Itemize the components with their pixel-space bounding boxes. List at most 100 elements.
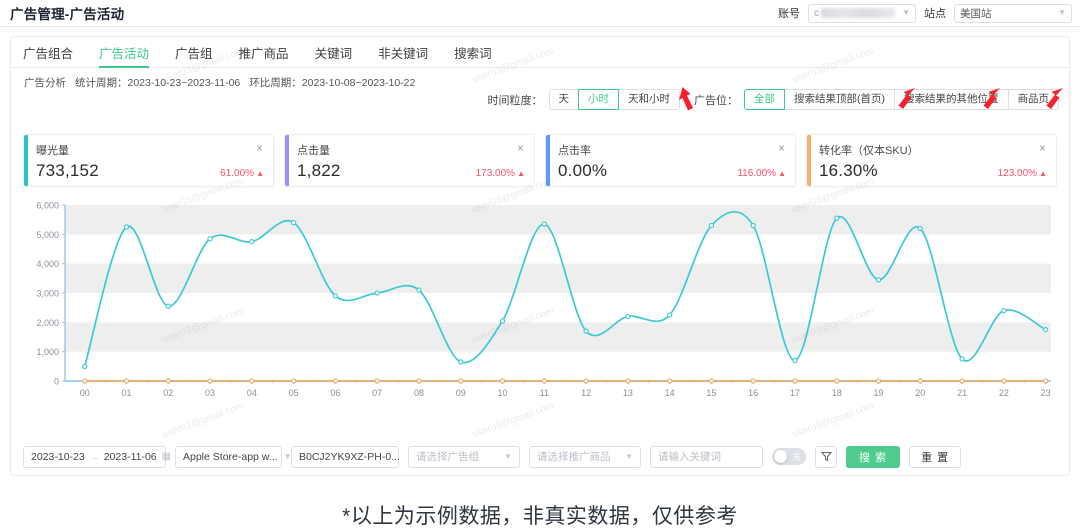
- app-select[interactable]: Apple Store-app w... ▼: [175, 445, 291, 468]
- tab-promoted-products[interactable]: 推广商品: [239, 47, 289, 68]
- chart-data-point: [541, 221, 547, 227]
- chart-x-tick-label: 23: [1041, 388, 1051, 398]
- sku-select[interactable]: B0CJ2YK9XZ-PH-0... ▼: [291, 445, 414, 468]
- metric-delta: 123.00% ▲: [997, 168, 1047, 179]
- chart-data-point: [875, 277, 882, 283]
- date-range-picker[interactable]: 2023-10-23 → 2023-11-06 ▦: [23, 445, 171, 468]
- reset-button[interactable]: 重 置: [909, 445, 962, 468]
- card-accent-bar: [285, 135, 289, 186]
- chevron-down-icon: ▼: [902, 8, 910, 17]
- tab-search-terms[interactable]: 搜索词: [454, 47, 492, 68]
- placement-option-product-page[interactable]: 商品页: [1007, 89, 1059, 110]
- main-content-panel: 广告组合 广告活动 广告组 推广商品 关键词 非关键词 搜索词 广告分析 统计周…: [10, 36, 1070, 476]
- chart-y-tick-label: 1,000: [36, 347, 59, 357]
- analysis-meta-line: 广告分析 统计周期：2023-10-23~2023-11-06 环比周期：202…: [11, 68, 1069, 90]
- chart-y-tick-label: 2,000: [36, 318, 59, 328]
- account-value-redacted: c: [814, 7, 819, 19]
- metric-value: 733,152: [36, 161, 99, 180]
- chart-data-point: [165, 378, 171, 384]
- tab-ad-group[interactable]: 广告组: [175, 47, 213, 68]
- placement-option-all[interactable]: 全部: [744, 89, 785, 110]
- chart-data-point: [666, 312, 673, 318]
- chart-data-point: [249, 378, 255, 384]
- chart-x-tick-label: 14: [665, 388, 675, 398]
- chart-grid-band: [65, 205, 1051, 235]
- metric-card-conversion-rate[interactable]: 转化率（仅本SKU） × 16.30% 123.00% ▲: [806, 134, 1057, 187]
- placement-option-rest-of-search[interactable]: 搜索结果的其他位置: [894, 89, 1009, 110]
- tab-ad-campaign[interactable]: 广告活动: [99, 47, 150, 68]
- chevron-down-icon: ▼: [625, 452, 633, 461]
- account-select[interactable]: c ▼: [808, 3, 916, 23]
- ad-placement-group: 全部 搜索结果顶部(首页) 搜索结果的其他位置 商品页: [744, 89, 1059, 110]
- tab-negative-keywords[interactable]: 非关键词: [378, 47, 428, 68]
- chart-data-point: [792, 378, 798, 384]
- placement-option-top-of-search[interactable]: 搜索结果顶部(首页): [784, 89, 895, 110]
- chart-data-point: [332, 378, 339, 384]
- chart-data-point: [834, 378, 840, 384]
- filter-toggle-switch[interactable]: 关: [772, 448, 806, 465]
- chart-data-point: [207, 378, 213, 384]
- metric-card-ctr[interactable]: 点击率 × 0.00% 116.00% ▲: [545, 134, 796, 187]
- metric-card-impressions[interactable]: 曝光量 × 733,152 61.00% ▲: [23, 134, 274, 187]
- trend-chart-svg: 0 1,000 2,000 3,000 4,000 5,000 6,000 00 01 02 03 0…: [36, 201, 1051, 398]
- chart-data-point: [82, 378, 88, 384]
- chart-y-tick-label: 4,000: [36, 259, 59, 269]
- time-granularity-group: 天 小时 天和小时: [548, 89, 680, 110]
- metric-card-clicks[interactable]: 点击量 × 1,822 173.00% ▲: [284, 134, 535, 187]
- chart-y-tick-label: 0: [54, 377, 59, 387]
- chart-data-point: [917, 378, 923, 384]
- metric-title: 点击量: [297, 145, 330, 157]
- chart-data-point: [123, 224, 130, 230]
- granularity-option-day[interactable]: 天: [548, 89, 579, 110]
- chart-data-point: [583, 328, 589, 334]
- chart-data-point: [750, 222, 756, 229]
- ad-group-select[interactable]: 请选择广告组 ▼: [408, 445, 520, 468]
- search-button[interactable]: 搜 索: [846, 445, 901, 468]
- close-icon[interactable]: ×: [516, 142, 525, 154]
- ad-placement-label: 广告位：: [694, 94, 738, 107]
- metric-delta: 116.00% ▲: [737, 168, 786, 179]
- tab-ad-portfolio[interactable]: 广告组合: [23, 47, 73, 68]
- chart-data-point: [917, 225, 923, 232]
- granularity-option-hour[interactable]: 小时: [578, 89, 619, 110]
- chart-x-tick-label: 15: [706, 388, 716, 398]
- chart-x-tick-label: 10: [498, 388, 508, 398]
- time-granularity-label: 时间粒度：: [487, 94, 543, 107]
- chart-data-point: [666, 378, 673, 384]
- footer-disclaimer: *以上为示例数据，非真实数据，仅供参考: [342, 505, 738, 528]
- chart-data-point: [625, 378, 631, 384]
- granularity-option-day-and-hour[interactable]: 天和小时: [618, 89, 680, 110]
- tab-keywords[interactable]: 关键词: [315, 47, 353, 68]
- trend-chart: 0 1,000 2,000 3,000 4,000 5,000 6,000 00 01 02 03 0…: [19, 197, 1061, 412]
- sku-value: B0CJ2YK9XZ-PH-0...: [299, 450, 400, 463]
- chart-x-tick-label: 02: [163, 388, 173, 398]
- chart-x-tick-label: 21: [957, 388, 967, 398]
- chart-x-tick-label: 08: [414, 388, 424, 398]
- chart-data-point: [834, 215, 840, 221]
- chart-data-point: [541, 378, 547, 384]
- keyword-input[interactable]: 请输入关键词: [650, 445, 763, 468]
- chart-data-point: [499, 378, 506, 384]
- chart-data-point: [458, 359, 464, 365]
- close-icon[interactable]: ×: [777, 142, 786, 154]
- chart-y-tick-label: 6,000: [36, 201, 59, 211]
- chevron-down-icon: ▼: [1058, 8, 1066, 17]
- chart-data-point: [1001, 307, 1007, 314]
- top-header-bar: 广告管理-广告活动 账号 c ▼ 站点 美国站 ▼: [0, 0, 1080, 27]
- card-accent-bar: [807, 135, 811, 186]
- meta-section-label: 广告分析: [24, 77, 66, 89]
- chart-y-tick-label: 5,000: [36, 230, 59, 240]
- chart-data-point: [458, 378, 464, 384]
- chart-data-point: [875, 378, 882, 384]
- promoted-product-select[interactable]: 请选择推广商品 ▼: [529, 445, 641, 468]
- close-icon[interactable]: ×: [1038, 142, 1047, 154]
- chart-data-point: [207, 236, 213, 242]
- metric-title: 点击率: [558, 145, 591, 157]
- close-icon[interactable]: ×: [255, 142, 264, 154]
- chart-x-tick-label: 07: [372, 388, 382, 398]
- tab-bar: 广告组合 广告活动 广告组 推广商品 关键词 非关键词 搜索词: [11, 37, 1069, 68]
- chart-data-point: [332, 293, 339, 299]
- site-select[interactable]: 美国站 ▼: [954, 3, 1072, 23]
- date-arrow-icon: →: [89, 451, 99, 462]
- funnel-filter-button[interactable]: [815, 445, 837, 468]
